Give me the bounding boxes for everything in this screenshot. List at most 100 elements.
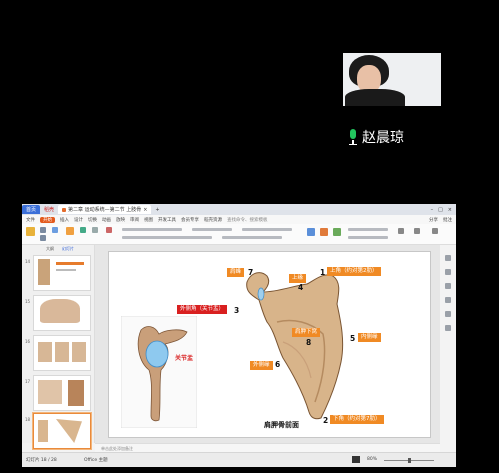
minimize-icon[interactable]: – [431, 207, 434, 213]
marker-1: 1 [320, 268, 326, 277]
tab-docer[interactable]: 稻壳 [40, 205, 58, 214]
copy-icon[interactable] [40, 235, 46, 241]
slide-thumbnail-selected[interactable] [33, 413, 91, 449]
share-button[interactable]: 分享 [429, 217, 438, 223]
marker-8: 8 [306, 338, 312, 347]
new-tab-button[interactable]: + [151, 205, 163, 214]
presenter-body [345, 89, 405, 106]
menu-item-animation[interactable]: 动画 [102, 217, 111, 223]
marker-4: 4 [298, 283, 304, 292]
format-painter-icon[interactable] [52, 227, 58, 233]
marker-2: 2 [323, 416, 329, 425]
fill-outline-buttons[interactable] [348, 228, 388, 231]
marker-5: 5 [350, 334, 356, 343]
status-bar: 幻灯片 18 / 28 Office 主题 80% [22, 452, 456, 467]
glenoid-cavity-caption: 关节盂 [175, 355, 194, 362]
zoom-slider-handle[interactable] [408, 458, 411, 463]
search-command-input[interactable]: 查找命令、搜索模板 [227, 217, 268, 223]
tab-document[interactable]: 第二章 运动系统—第二节 上肢骨 × [58, 205, 152, 214]
slide-title: 肩胛骨前面 [264, 421, 299, 429]
speaker-name: 赵晨琼 [362, 130, 404, 146]
slide-thumbnail[interactable] [33, 375, 91, 411]
label-superior-angle: 上角（约对第2肋） [327, 267, 381, 276]
menu-item-member[interactable]: 会员专享 [181, 217, 199, 223]
current-slide[interactable]: 关节盂 肩峰 7 上缘 4 1 上角（约对第2肋） 外侧角（关节盂） 3 肩胛下… [108, 251, 431, 438]
menu-item-docer[interactable]: 稻壳资源 [204, 217, 222, 223]
shape-icon[interactable] [320, 228, 328, 236]
marker-6: 6 [275, 360, 281, 369]
font-style-buttons[interactable] [122, 236, 212, 239]
label-inferior-angle: 下角（约对第7肋） [330, 415, 384, 424]
slideshow-icon[interactable] [352, 456, 360, 463]
menu-item-design[interactable]: 设计 [74, 217, 83, 223]
select-icon[interactable] [432, 228, 438, 234]
slide-number: 14 [25, 259, 31, 264]
arrange-icon[interactable] [333, 228, 341, 236]
font-size-select[interactable] [192, 228, 232, 231]
close-window-icon[interactable]: × [448, 207, 452, 213]
new-slide-icon[interactable] [66, 227, 74, 235]
maximize-icon[interactable]: □ [438, 207, 443, 213]
ribbon-toolbar [22, 224, 456, 245]
microphone-icon [348, 129, 358, 145]
label-subscapular-fossa: 肩胛下窝 [292, 328, 321, 337]
label-lateral-border: 外侧缘 [250, 361, 273, 370]
menu-item-transition[interactable]: 切换 [88, 217, 97, 223]
menu-item-insert[interactable]: 插入 [60, 217, 69, 223]
slide-editing-area: 关节盂 肩峰 7 上缘 4 1 上角（约对第2肋） 外侧角（关节盂） 3 肩胛下… [95, 245, 440, 443]
title-bar: 首页 稻壳 第二章 运动系统—第二节 上肢骨 × + – □ × [22, 204, 456, 215]
slide-thumbnail-panel: 大纲 幻灯片 14 15 16 17 18 [22, 245, 95, 449]
presentation-icon [62, 207, 67, 212]
label-superior-border: 上缘 [289, 274, 307, 283]
shape-effect-buttons[interactable] [348, 236, 388, 239]
paste-icon[interactable] [26, 227, 35, 236]
settings-icon[interactable] [445, 325, 451, 331]
paragraph-buttons[interactable] [222, 236, 282, 239]
textbox-icon[interactable] [307, 228, 315, 236]
close-tab-icon[interactable]: × [143, 207, 147, 213]
menu-item-view[interactable]: 视图 [144, 217, 153, 223]
slide-thumbnail[interactable] [33, 295, 91, 331]
menu-bar: 文件 开始 插入 设计 切换 动画 放映 审阅 视图 开发工具 会员专享 稻壳资… [22, 215, 456, 224]
tab-outline[interactable]: 大纲 [46, 246, 54, 252]
selection-pane-icon[interactable] [445, 311, 451, 317]
label-medial-border: 内侧缘 [358, 333, 381, 342]
scapula-anterior-view-image [246, 272, 344, 420]
slide-number: 16 [25, 339, 31, 344]
replace-icon[interactable] [414, 228, 420, 234]
menu-item-file[interactable]: 文件 [26, 217, 35, 223]
speaker-label: 赵晨琼 [348, 126, 404, 148]
font-family-select[interactable] [122, 228, 182, 231]
scapula-lateral-view-image [121, 316, 197, 428]
marker-3: 3 [234, 306, 240, 315]
presentation-app-window: 首页 稻壳 第二章 运动系统—第二节 上肢骨 × + – □ × 文件 开始 插… [22, 204, 456, 467]
menu-item-review[interactable]: 审阅 [130, 217, 139, 223]
label-lateral-angle: 外侧角（关节盂） [177, 305, 228, 314]
section-icon[interactable] [106, 227, 112, 233]
menu-item-slideshow[interactable]: 放映 [116, 217, 125, 223]
slide-number: 17 [25, 379, 31, 384]
layout-icon[interactable] [80, 227, 86, 233]
webcam-video-tile [343, 53, 441, 106]
animation-pane-icon[interactable] [445, 269, 451, 275]
label-acromion: 肩峰 [227, 268, 245, 277]
properties-icon[interactable] [445, 255, 451, 261]
slide-thumbnail[interactable] [33, 335, 91, 371]
slide-number: 15 [25, 299, 31, 304]
zoom-level: 80% [367, 457, 378, 462]
menu-item-developer[interactable]: 开发工具 [158, 217, 176, 223]
tab-slides[interactable]: 幻灯片 [62, 246, 74, 252]
reset-icon[interactable] [92, 227, 98, 233]
tab-home[interactable]: 首页 [22, 205, 41, 214]
slide-counter: 幻灯片 18 / 28 [26, 458, 57, 463]
menu-item-start[interactable]: 开始 [40, 216, 55, 223]
comment-button[interactable]: 批注 [443, 217, 456, 223]
slide-thumbnail[interactable] [33, 255, 91, 291]
find-icon[interactable] [398, 228, 404, 234]
list-buttons[interactable] [242, 228, 292, 231]
cut-icon[interactable] [40, 227, 46, 233]
design-icon[interactable] [445, 283, 451, 289]
slide-number: 18 [25, 417, 31, 422]
transition-icon[interactable] [445, 297, 451, 303]
theme-name: Office 主题 [84, 458, 108, 463]
